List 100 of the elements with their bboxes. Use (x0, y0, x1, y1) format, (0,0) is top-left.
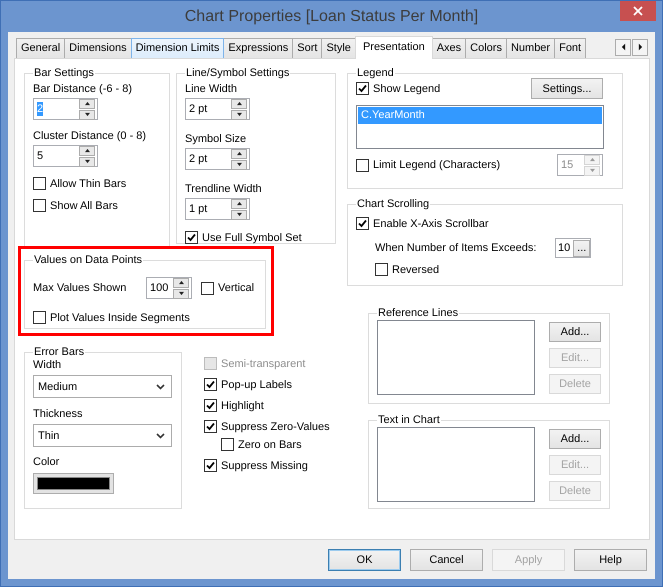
button[interactable]: Add... (549, 429, 601, 449)
settings-button[interactable]: Settings... (531, 78, 603, 99)
close-button[interactable] (620, 1, 656, 21)
tab[interactable]: Number (506, 38, 556, 58)
spin-up-button[interactable] (231, 98, 247, 108)
checkbox[interactable]: Suppress Zero-Values (204, 420, 330, 433)
input-field[interactable]: 10 ... (555, 238, 592, 258)
button[interactable]: Cancel (410, 549, 483, 571)
checkbox[interactable]: Plot Values Inside Segments (33, 311, 190, 324)
tab[interactable]: Presentation (354, 36, 433, 59)
spin-down-button[interactable] (79, 156, 95, 166)
spin-down-button[interactable] (231, 160, 247, 170)
checkbox[interactable]: Pop-up Labels (204, 378, 292, 391)
down-triangle-icon (588, 168, 596, 173)
spin-field[interactable]: 100 (146, 277, 192, 299)
down-triangle-icon (236, 112, 242, 117)
label: Width (33, 359, 62, 371)
dropdown[interactable]: Medium (33, 375, 172, 398)
checkbox[interactable]: Highlight (204, 399, 264, 412)
label: Bar Distance (-6 - 8) (33, 83, 134, 95)
group-title: Values on Data Points (33, 254, 144, 266)
tab[interactable]: Dimension Limits (130, 38, 224, 58)
label: Trendline Width (185, 183, 263, 195)
right-triangle-icon (638, 43, 642, 51)
up-triangle-icon (236, 201, 242, 206)
checkmark-icon (358, 219, 367, 228)
spin-field[interactable]: 2 pt (185, 148, 250, 170)
up-triangle-icon (178, 280, 184, 285)
checkmark-icon (358, 84, 367, 93)
up-triangle-icon (236, 101, 242, 106)
list-box[interactable] (377, 320, 535, 395)
label: Thickness (33, 408, 84, 420)
spin-down-button[interactable] (231, 210, 247, 220)
checkbox[interactable]: Allow Thin Bars (33, 177, 126, 190)
checkbox[interactable]: Show Legend (356, 82, 440, 95)
checkbox[interactable]: Show All Bars (33, 199, 118, 212)
group-title: Legend (356, 67, 395, 79)
checkbox[interactable]: Use Full Symbol Set (185, 231, 302, 244)
checkbox[interactable]: Vertical (201, 282, 254, 294)
checkmark-icon (206, 461, 215, 470)
button[interactable]: OK (328, 549, 401, 571)
checkmark-icon (206, 380, 215, 389)
list-box[interactable] (377, 427, 535, 502)
button[interactable]: Add... (549, 322, 601, 342)
close-icon (633, 6, 643, 16)
up-triangle-icon (588, 157, 596, 162)
tab[interactable]: Font (554, 38, 586, 58)
group-title: Chart Scrolling (356, 198, 430, 210)
spin-down-button[interactable] (173, 288, 189, 298)
color-button[interactable] (33, 473, 114, 494)
spin-up-button[interactable] (231, 198, 247, 208)
window-title: Chart Properties [Loan Status Per Month] (184, 8, 478, 26)
up-triangle-icon (84, 148, 90, 153)
checkbox[interactable]: Limit Legend (Characters) (356, 158, 500, 172)
tab[interactable]: General (16, 38, 66, 58)
checkmark-icon (187, 233, 196, 242)
button[interactable]: Help (574, 549, 647, 571)
spin-up-button[interactable] (173, 278, 189, 288)
checkbox[interactable]: Enable X-Axis Scrollbar (356, 217, 489, 230)
tab[interactable]: Style (321, 38, 356, 58)
spin-up-button[interactable] (79, 98, 95, 108)
label: Line Width (185, 83, 238, 95)
group-title: Line/Symbol Settings (185, 67, 290, 79)
group-title: Text in Chart (377, 414, 441, 426)
spin-field[interactable]: 1 pt (185, 198, 250, 220)
down-triangle-icon (84, 112, 90, 117)
tab-scroll-button[interactable] (615, 38, 631, 56)
group-title: Bar Settings (33, 67, 95, 79)
left-triangle-icon (620, 43, 626, 51)
spin-up-button[interactable] (231, 148, 247, 158)
checkbox[interactable]: Suppress Missing (204, 459, 308, 472)
checkbox[interactable]: Reversed (375, 263, 440, 276)
down-triangle-icon (236, 212, 242, 217)
label: Max Values Shown (33, 282, 128, 294)
up-triangle-icon (84, 101, 90, 106)
down-triangle-icon (236, 162, 242, 167)
chevron-down-icon (156, 432, 165, 438)
up-triangle-icon (236, 151, 242, 156)
tab[interactable]: Axes (432, 38, 466, 58)
down-triangle-icon (178, 291, 184, 296)
group-title: Reference Lines (377, 307, 460, 319)
chevron-down-icon (156, 384, 165, 390)
tab[interactable]: Expressions (223, 38, 294, 58)
dropdown[interactable]: Thin (33, 424, 172, 447)
tab-scroll-button[interactable] (632, 38, 648, 56)
spin-field[interactable]: 2 pt (185, 98, 250, 120)
tab[interactable]: Sort (292, 38, 322, 58)
tab[interactable]: Colors (465, 38, 507, 58)
label: Cluster Distance (0 - 8) (33, 130, 148, 142)
spin-down-button[interactable] (79, 110, 95, 120)
browse-button[interactable]: ... (573, 240, 590, 256)
group-title: Error Bars (33, 346, 86, 358)
tab[interactable]: Dimensions (64, 38, 132, 58)
label: Color (33, 456, 60, 468)
spin-field[interactable]: 5 (33, 145, 98, 167)
down-triangle-icon (84, 159, 90, 164)
checkbox[interactable]: Zero on Bars (221, 438, 302, 451)
spin-up-button[interactable] (79, 146, 95, 156)
checkmark-icon (206, 422, 215, 431)
spin-down-button[interactable] (231, 110, 247, 120)
